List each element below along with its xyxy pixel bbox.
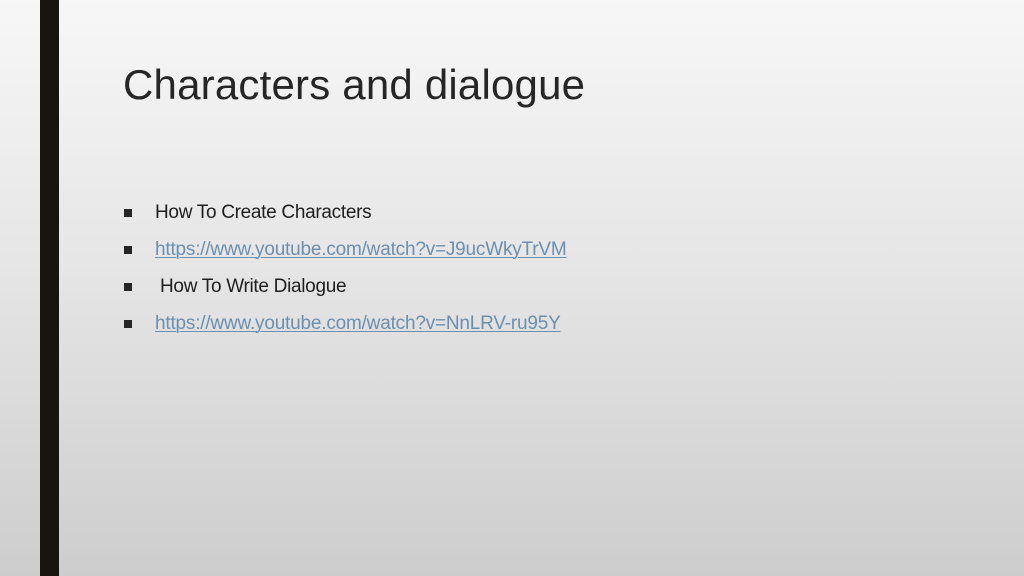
list-item: How To Create Characters — [124, 194, 566, 231]
youtube-link[interactable]: https://www.youtube.com/watch?v=J9ucWkyT… — [155, 239, 567, 261]
square-bullet-icon — [124, 319, 132, 328]
bullet-text: How To Write Dialogue — [160, 275, 347, 297]
slide-title: Characters and dialogue — [123, 61, 586, 108]
accent-bar — [40, 0, 59, 576]
slide: Characters and dialogue How To Create Ch… — [0, 0, 1024, 576]
list-item: https://www.youtube.com/watch?v=J9ucWkyT… — [124, 231, 567, 268]
bullet-list: How To Create Characters https://www.you… — [124, 194, 567, 342]
square-bullet-icon — [124, 245, 132, 254]
square-bullet-icon — [124, 208, 132, 217]
square-bullet-icon — [124, 282, 132, 291]
list-item: https://www.youtube.com/watch?v=NnLRV-ru… — [124, 305, 566, 342]
bullet-text: How To Create Characters — [155, 201, 372, 223]
youtube-link[interactable]: https://www.youtube.com/watch?v=NnLRV-ru… — [155, 313, 561, 335]
list-item: How To Write Dialogue — [124, 268, 566, 305]
